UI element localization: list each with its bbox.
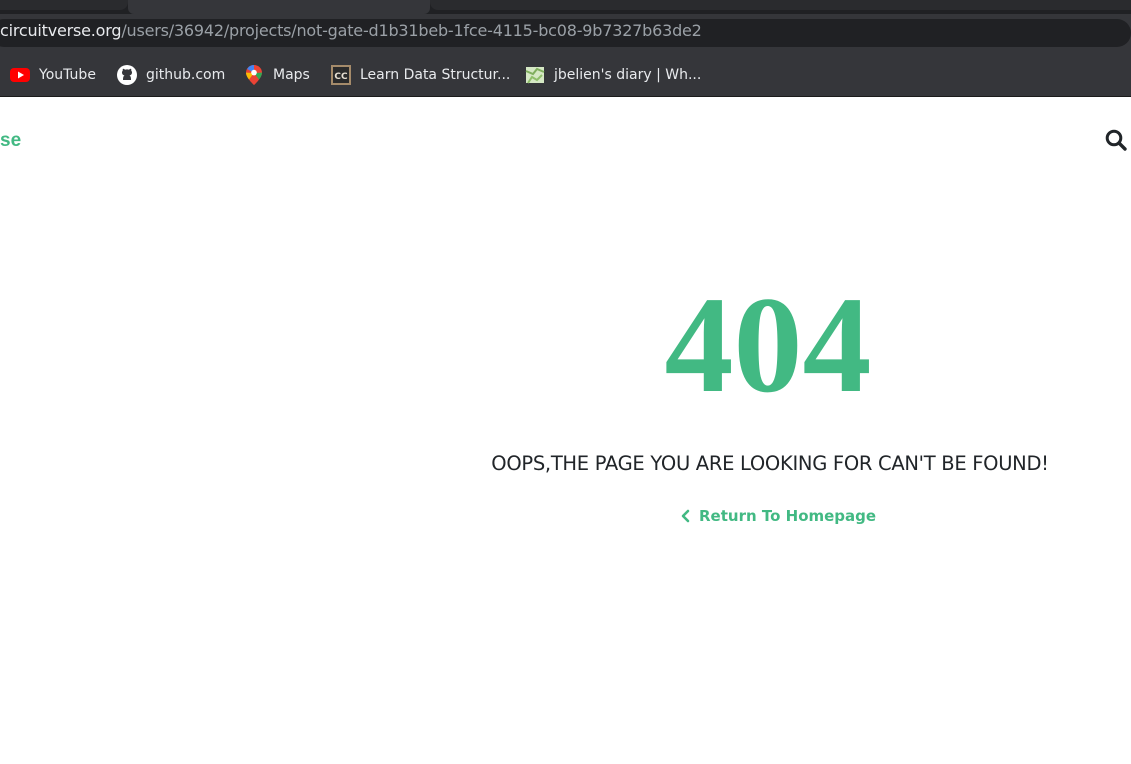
bookmark-label: jbelien's diary | Wh... (554, 66, 702, 83)
bookmark-maps[interactable]: Maps (244, 52, 310, 97)
bookmark-jbelien-diary[interactable]: jbelien's diary | Wh... (525, 52, 701, 97)
svg-text:CC: CC (334, 72, 348, 82)
bookmark-label: Maps (273, 66, 310, 83)
bookmark-learn-data-structures[interactable]: CC Learn Data Structur... (331, 52, 510, 97)
youtube-icon (10, 65, 30, 85)
bookmark-label: YouTube (39, 66, 96, 83)
site-header: se (0, 98, 1131, 184)
bookmark-youtube[interactable]: YouTube (10, 52, 96, 97)
tab-previous[interactable] (0, 0, 128, 10)
error-code: 404 (664, 268, 872, 421)
bookmark-label: github.com (146, 66, 226, 83)
tab-current[interactable] (128, 0, 430, 14)
return-homepage-label: Return To Homepage (699, 507, 877, 525)
bookmark-github[interactable]: github.com (117, 52, 225, 97)
url-path: /users/36942/projects/not-gate-d1b31beb-… (121, 21, 702, 40)
return-homepage-link[interactable]: Return To Homepage (679, 507, 876, 525)
tab-strip-right (430, 0, 1131, 10)
url-text[interactable]: circuitverse.org/users/36942/projects/no… (0, 20, 702, 42)
map-diary-icon (525, 65, 545, 85)
bookmark-label: Learn Data Structur... (360, 66, 511, 83)
bookmarks-bar: YouTube github.com Maps CC Learn Data St… (0, 52, 1131, 97)
tab-strip (0, 0, 1131, 14)
search-icon[interactable] (1104, 128, 1128, 152)
github-icon (117, 64, 137, 85)
maps-icon (244, 64, 264, 85)
chevron-left-icon (679, 509, 693, 523)
brand-logo-text[interactable]: se (0, 130, 21, 152)
error-message: OOPS,THE PAGE YOU ARE LOOKING FOR CAN'T … (491, 452, 1049, 475)
url-domain: circuitverse.org (0, 21, 122, 40)
cc-icon: CC (331, 64, 351, 85)
